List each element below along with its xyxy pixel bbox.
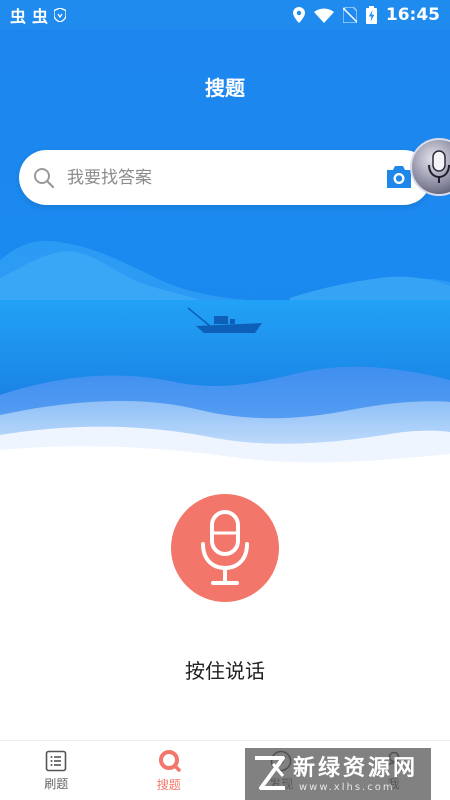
search-bar[interactable]	[19, 150, 431, 205]
search-circle-icon	[158, 749, 181, 772]
watermark-domain: www.xlhs.com	[299, 781, 395, 793]
tab-label: 搜题	[156, 777, 181, 792]
hold-to-talk-label: 按住说话	[185, 659, 265, 683]
list-icon	[45, 750, 67, 771]
location-icon	[292, 7, 305, 23]
status-left: 虫 虫	[10, 3, 67, 27]
watermark-brand: 新绿资源网	[293, 755, 419, 781]
status-bar: 虫 虫 16:45	[0, 0, 450, 30]
battery-charging-icon	[365, 6, 377, 24]
tab-practice[interactable]: 刷题	[0, 741, 113, 800]
watermark-logo-icon	[255, 756, 285, 790]
no-sim-icon	[342, 7, 357, 23]
notification-app-icon: 虫	[32, 7, 49, 26]
camera-icon[interactable]	[385, 164, 413, 190]
search-icon	[34, 167, 55, 188]
microphone-icon	[428, 150, 450, 183]
hold-to-talk-button[interactable]	[171, 494, 279, 602]
search-input[interactable]	[67, 167, 347, 188]
tab-search[interactable]: 搜题	[113, 741, 226, 800]
shield-icon	[54, 8, 67, 22]
status-right: 16:45	[292, 5, 440, 25]
status-time: 16:45	[385, 5, 440, 25]
tab-label: 刷题	[44, 776, 69, 791]
watermark: 新绿资源网 www.xlhs.com	[245, 748, 431, 800]
microphone-icon	[201, 510, 249, 585]
page-title: 搜题	[205, 76, 245, 100]
wifi-icon	[313, 8, 334, 23]
notification-app-icon: 虫	[10, 7, 27, 26]
